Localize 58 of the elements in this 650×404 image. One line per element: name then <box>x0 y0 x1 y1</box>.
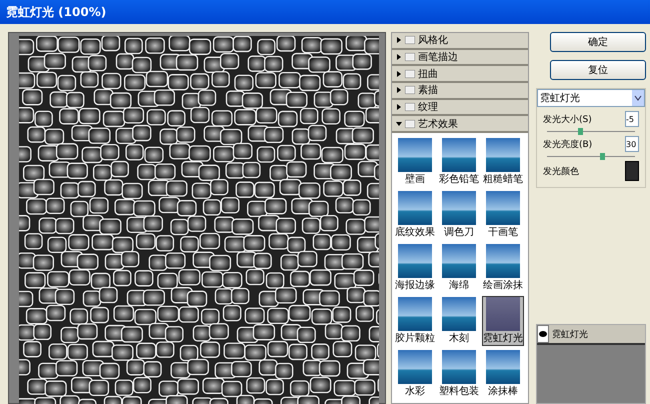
param-label: 发光亮度(B) <box>543 138 592 150</box>
photo-placeholder <box>486 138 520 172</box>
photo-placeholder <box>398 297 432 332</box>
filter-thumbnail[interactable]: 水彩 <box>394 349 436 400</box>
filter-thumbnail[interactable]: 干画笔 <box>482 190 524 240</box>
caret-right-icon <box>396 70 402 77</box>
caret-right-icon <box>396 54 402 60</box>
value-field[interactable]: 30 <box>625 136 639 152</box>
value-field[interactable]: -5 <box>625 111 639 127</box>
filter-thumbnail[interactable]: 霓虹灯光 <box>482 296 524 346</box>
photo-placeholder <box>486 350 520 384</box>
filter-thumbnail[interactable]: 底纹效果 <box>394 190 436 240</box>
color-swatch[interactable] <box>625 161 639 181</box>
slider-thumb[interactable] <box>578 128 583 135</box>
photo-placeholder <box>486 191 520 226</box>
dialog-button[interactable]: 复位 <box>550 60 646 80</box>
photo-placeholder <box>442 297 476 332</box>
category-item[interactable]: 纹理 <box>392 100 528 116</box>
caret-right-icon <box>396 104 402 110</box>
dropdown-icon <box>632 90 644 106</box>
photo-placeholder <box>398 191 432 226</box>
photo-placeholder <box>442 138 476 172</box>
param-label: 发光大小(S) <box>543 114 592 126</box>
visibility-toggle[interactable] <box>537 325 549 343</box>
filter-select[interactable]: 霓虹灯光 <box>537 89 645 107</box>
photo-placeholder <box>442 350 476 384</box>
eye-icon <box>539 331 547 337</box>
photo-placeholder <box>486 244 520 278</box>
photo-placeholder <box>442 244 476 278</box>
filter-thumbnail[interactable]: 涂抹棒 <box>482 349 524 400</box>
filter-thumbnail[interactable]: 彩色铅笔 <box>438 137 480 188</box>
filter-thumbnail[interactable]: 海绵 <box>438 243 480 294</box>
photo-placeholder <box>398 244 432 278</box>
photo-placeholder <box>442 191 476 226</box>
filter-thumbnail[interactable]: 木刻 <box>438 296 480 346</box>
photo-placeholder <box>398 350 432 384</box>
filter-thumbnail[interactable]: 壁画 <box>394 137 436 188</box>
photo-placeholder <box>486 297 520 332</box>
filter-thumbnail[interactable]: 调色刀 <box>438 190 480 240</box>
slider-thumb[interactable] <box>600 153 605 160</box>
caret-down-icon <box>396 120 402 127</box>
category-item[interactable]: 画笔描边 <box>392 50 528 66</box>
window-title: 霓虹灯光 (100%) <box>0 0 650 24</box>
caret-right-icon <box>396 87 402 94</box>
filter-thumbnail[interactable]: 海报边缘 <box>394 243 436 294</box>
filter-thumbnail[interactable]: 绘画涂抹 <box>482 243 524 294</box>
category-item[interactable]: 艺术效果 <box>392 116 528 134</box>
filter-thumbnail[interactable]: 塑料包装 <box>438 349 480 400</box>
category-item[interactable]: 风格化 <box>392 33 528 50</box>
filter-thumbnail[interactable]: 胶片颗粒 <box>394 296 436 346</box>
category-item[interactable]: 素描 <box>392 83 528 100</box>
photo-placeholder <box>398 138 432 172</box>
param-label: 发光颜色 <box>543 166 579 178</box>
category-item[interactable]: 扭曲 <box>392 66 528 84</box>
caret-right-icon <box>396 37 402 44</box>
filter-thumbnail[interactable]: 粗糙蜡笔 <box>482 137 524 188</box>
effect-layer[interactable]: 霓虹灯光 <box>537 325 645 345</box>
dialog-button[interactable]: 确定 <box>550 32 646 52</box>
